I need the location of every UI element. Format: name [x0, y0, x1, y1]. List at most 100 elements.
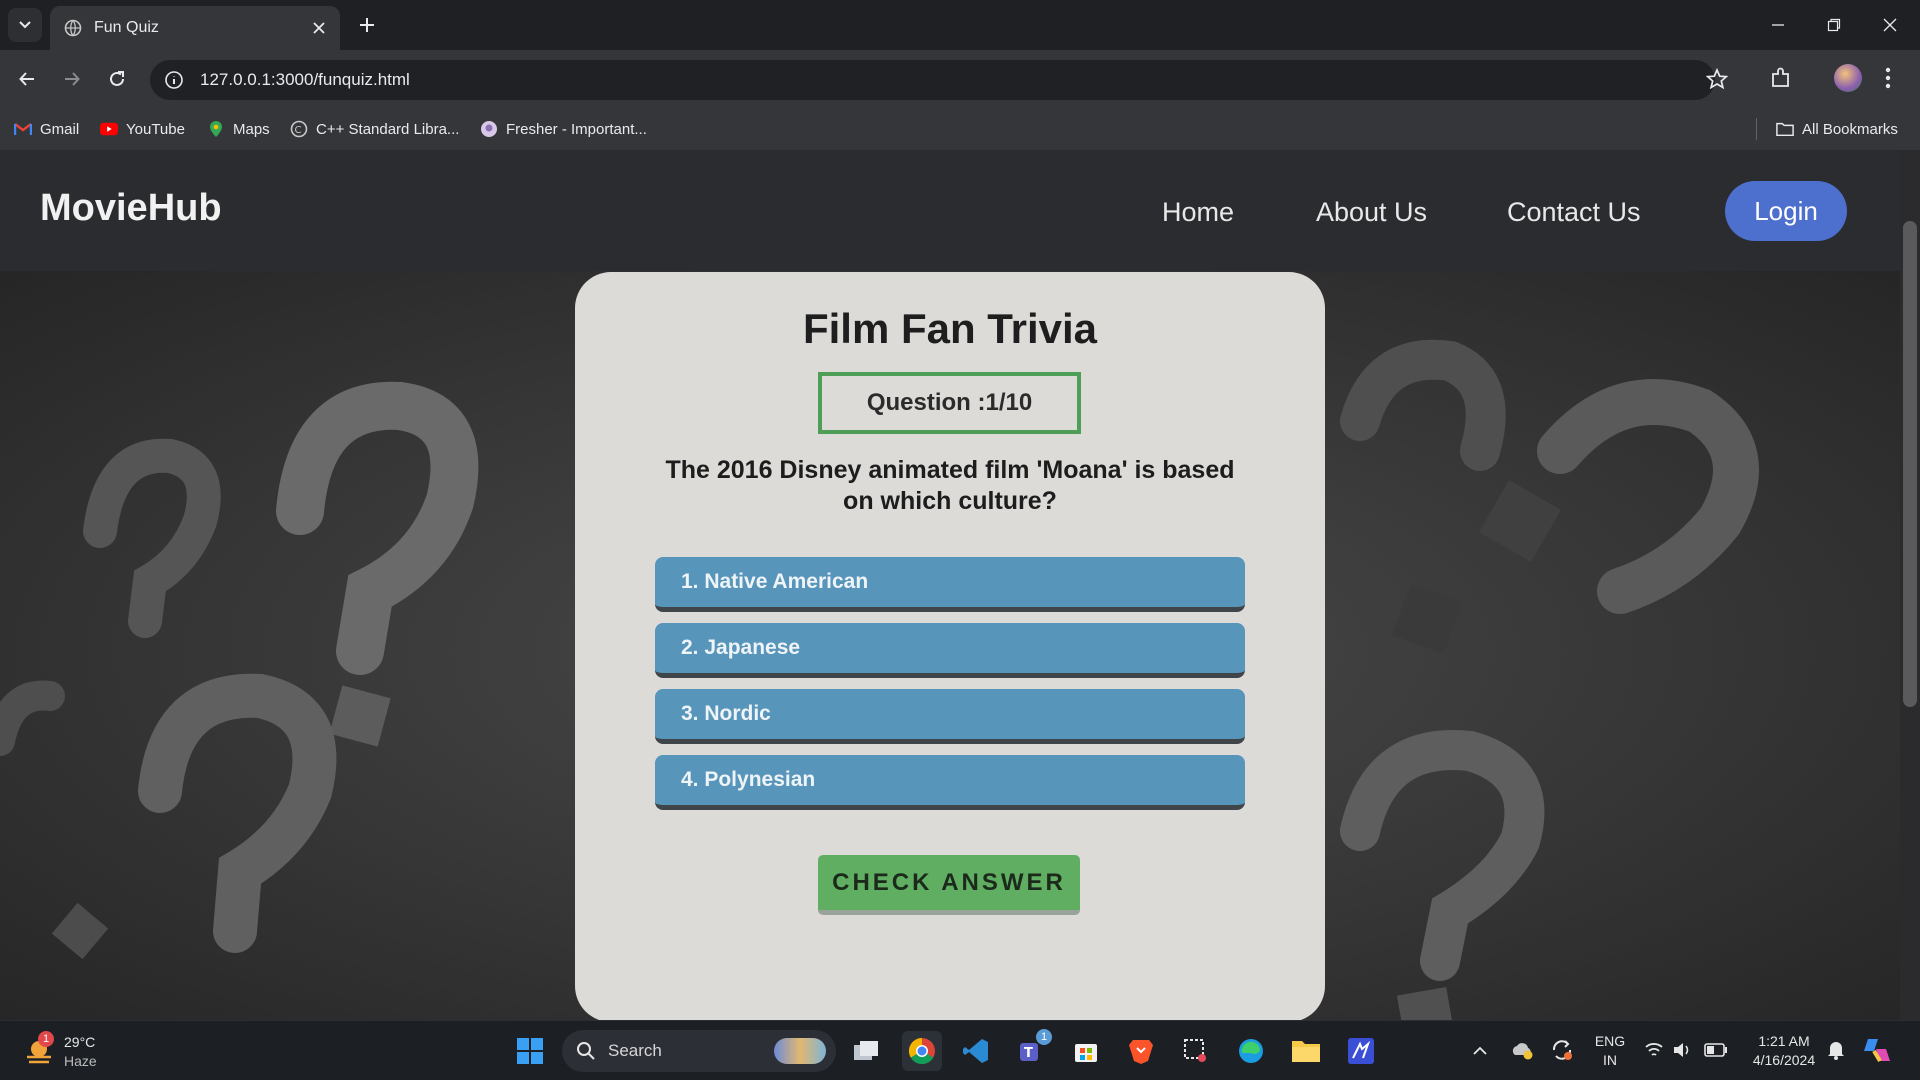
file-explorer-taskbar-button[interactable] [1286, 1031, 1326, 1071]
scrollbar-thumb[interactable] [1903, 221, 1917, 707]
fresher-icon [480, 120, 498, 138]
chevron-down-icon [19, 21, 31, 29]
nav-contact-us[interactable]: Contact Us [1507, 197, 1641, 228]
browser-toolbar: 127.0.0.1:3000/funquiz.html [0, 50, 1920, 106]
chevron-up-icon[interactable] [1472, 1043, 1488, 1059]
url-text[interactable]: 127.0.0.1:3000/funquiz.html [200, 70, 410, 90]
extensions-icon[interactable] [1770, 66, 1792, 90]
cpp-icon: C [290, 120, 308, 138]
more-menu-icon[interactable] [1884, 66, 1892, 90]
bookmark-fresher[interactable]: Fresher - Important... [480, 116, 647, 142]
clock-time[interactable]: 1:21 AM [1742, 1032, 1826, 1051]
folder-icon [1292, 1041, 1320, 1062]
site-navbar: MovieHub Home About Us Contact Us Login [0, 151, 1900, 271]
brave-taskbar-button[interactable] [1121, 1031, 1161, 1071]
chrome-taskbar-button[interactable] [902, 1031, 942, 1071]
lang-bottom[interactable]: IN [1590, 1051, 1630, 1070]
wifi-icon[interactable] [1644, 1041, 1664, 1059]
vscode-taskbar-button[interactable] [956, 1031, 996, 1071]
close-icon[interactable] [312, 21, 326, 35]
page-scrollbar[interactable] [1900, 151, 1920, 1020]
weather-widget[interactable]: 1 29°C Haze [20, 1031, 120, 1073]
notification-bell-icon[interactable] [1826, 1039, 1846, 1061]
reload-button[interactable] [100, 62, 134, 96]
bookmark-maps[interactable]: Maps [207, 116, 270, 142]
tab-fun-quiz[interactable]: Fun Quiz [50, 6, 340, 50]
close-window-icon [1883, 18, 1897, 32]
answer-option-4[interactable]: 4. Polynesian [655, 755, 1245, 810]
answer-option-2[interactable]: 2. Japanese [655, 623, 1245, 678]
site-info-icon[interactable] [164, 70, 184, 90]
chrome-icon [908, 1037, 935, 1065]
sync-icon[interactable] [1550, 1039, 1574, 1061]
teams-badge: 1 [1036, 1029, 1052, 1045]
volume-icon[interactable] [1672, 1041, 1692, 1059]
browser-tab-bar: Fun Quiz [0, 0, 1920, 50]
question-counter: Question :1/10 [818, 372, 1081, 434]
battery-icon[interactable] [1704, 1043, 1728, 1057]
store-taskbar-button[interactable] [1066, 1031, 1106, 1071]
weather-temp: 29°C [64, 1034, 96, 1050]
snipping-tool-taskbar-button[interactable] [1176, 1031, 1216, 1071]
bookmark-star-icon[interactable] [1706, 68, 1728, 90]
edge-icon [1239, 1039, 1263, 1063]
youtube-icon [100, 120, 118, 138]
bookmarks-bar: Gmail YouTube Maps C C++ Standard Libra.… [0, 106, 1920, 151]
minimize-button[interactable] [1750, 0, 1806, 50]
store-icon [1075, 1044, 1097, 1062]
tab-search-button[interactable] [8, 8, 42, 42]
task-view-button[interactable] [846, 1031, 886, 1071]
weather-badge: 1 [38, 1031, 54, 1047]
site-logo[interactable]: MovieHub [40, 187, 222, 230]
bookmark-gmail[interactable]: Gmail [14, 116, 79, 142]
search-highlight-image [774, 1038, 826, 1064]
svg-text:C: C [295, 125, 302, 136]
minimize-icon [1772, 24, 1784, 26]
taskbar-search[interactable]: Search [562, 1030, 836, 1072]
nav-about-us[interactable]: About Us [1316, 197, 1427, 228]
restore-button[interactable] [1806, 0, 1862, 50]
web-page: MovieHub Home About Us Contact Us Login … [0, 151, 1900, 1020]
edge-taskbar-button[interactable] [1231, 1031, 1271, 1071]
login-button[interactable]: Login [1725, 181, 1847, 241]
vscode-icon [963, 1039, 988, 1063]
bookmarks-divider [1756, 118, 1757, 140]
new-tab-button[interactable] [352, 10, 382, 40]
arrow-left-icon [19, 72, 34, 86]
reload-icon [110, 71, 124, 86]
all-bookmarks-button[interactable]: All Bookmarks [1776, 116, 1898, 142]
question-text: The 2016 Disney animated film 'Moana' is… [665, 456, 1235, 515]
quiz-card: Film Fan Trivia Question :1/10 The 2016 … [575, 272, 1325, 1020]
bookmark-cpp[interactable]: C C++ Standard Libra... [290, 116, 459, 142]
address-bar[interactable]: 127.0.0.1:3000/funquiz.html [150, 60, 1715, 100]
gmail-icon [14, 120, 32, 138]
windows-logo-icon [517, 1038, 543, 1064]
bookmark-youtube[interactable]: YouTube [100, 116, 185, 142]
copilot-icon[interactable] [1862, 1035, 1892, 1065]
restore-icon [1827, 18, 1841, 32]
plus-icon [360, 18, 374, 32]
app-taskbar-button[interactable] [1341, 1031, 1381, 1071]
answer-option-3[interactable]: 3. Nordic [655, 689, 1245, 744]
snipping-tool-icon [1184, 1039, 1206, 1062]
svg-text:T: T [1024, 1046, 1033, 1061]
search-label: Search [608, 1041, 662, 1060]
maps-icon [207, 120, 225, 138]
back-button[interactable] [10, 62, 44, 96]
brave-icon [1129, 1040, 1153, 1064]
profile-avatar[interactable] [1834, 64, 1862, 92]
tab-title: Fun Quiz [94, 19, 159, 36]
check-answer-button[interactable]: CHECK ANSWER [818, 855, 1080, 915]
teams-taskbar-button[interactable]: T 1 [1012, 1029, 1052, 1071]
nav-home[interactable]: Home [1162, 197, 1234, 228]
onedrive-icon[interactable] [1510, 1039, 1534, 1061]
start-button[interactable] [510, 1031, 550, 1071]
lang-top[interactable]: ENG [1590, 1032, 1630, 1051]
clock-date[interactable]: 4/16/2024 [1742, 1051, 1826, 1070]
answer-option-1[interactable]: 1. Native American [655, 557, 1245, 612]
close-window-button[interactable] [1862, 0, 1918, 50]
windows-taskbar: 1 29°C Haze Search T 1 ENG IN 1:21 AM 4/… [0, 1020, 1920, 1080]
task-view-icon [854, 1041, 878, 1060]
forward-button[interactable] [55, 62, 89, 96]
search-icon [577, 1042, 595, 1060]
